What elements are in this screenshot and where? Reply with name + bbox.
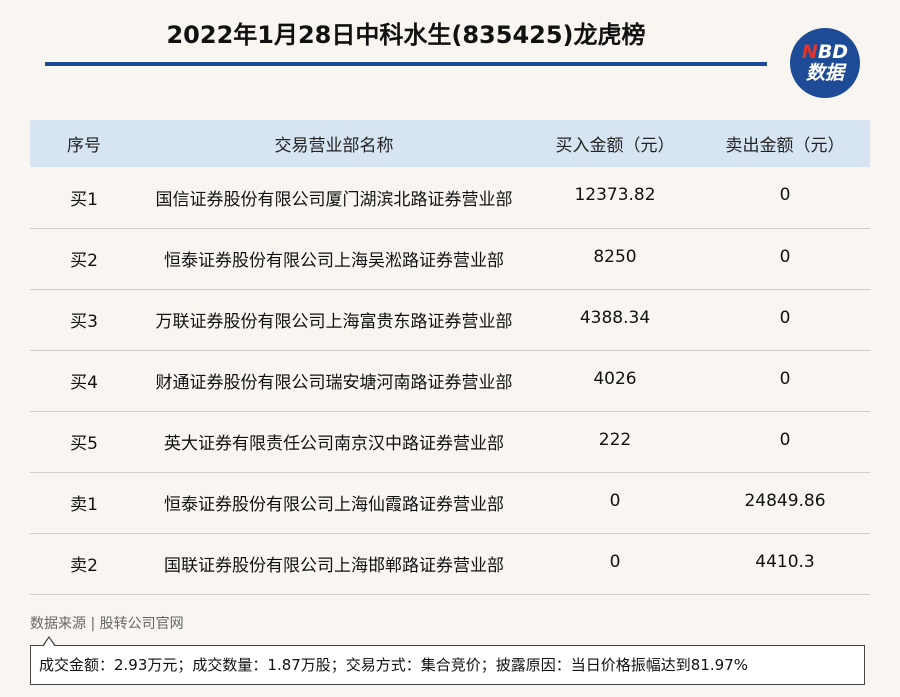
row-broker-name: 英大证券有限责任公司南京汉中路证券营业部: [164, 434, 504, 454]
row-broker-name: 财通证券股份有限公司瑞安塘河南路证券营业部: [155, 373, 513, 393]
header-buy-amount: 买入金额（元）: [555, 136, 675, 156]
row-seq: 买1: [70, 189, 98, 210]
table-row: 卖2 国联证券股份有限公司上海邯郸路证券营业部 0 4410.3: [30, 533, 870, 594]
table-row: 买3 万联证券股份有限公司上海富贵东路证券营业部 4388.34 0: [30, 289, 870, 350]
logo-n: N: [801, 41, 818, 63]
logo-bd: BD: [817, 41, 849, 63]
row-sell-amount: 24849.86: [744, 490, 826, 511]
row-buy-amount: 12373.82: [574, 185, 656, 206]
row-seq: 买2: [70, 251, 98, 271]
row-sell-amount: 0: [779, 429, 791, 450]
header-sell-amount: 卖出金额（元）: [725, 136, 845, 156]
row-broker-name: 恒泰证券股份有限公司上海仙霞路证券营业部: [164, 495, 504, 515]
table-row: 买1 国信证券股份有限公司厦门湖滨北路证券营业部 12373.82 0: [30, 167, 870, 228]
page-title: 2022年1月28日中科水生(835425)龙虎榜: [166, 21, 646, 49]
row-buy-amount: 4026: [593, 368, 637, 389]
title-underline: [45, 62, 767, 66]
table-row: 卖1 恒泰证券股份有限公司上海仙霞路证券营业部 0 24849.86: [30, 472, 870, 533]
logo-wordmark: NBD: [802, 42, 848, 62]
row-seq: 买5: [70, 434, 98, 454]
row-sell-amount: 0: [779, 185, 791, 206]
row-broker-name: 万联证券股份有限公司上海富贵东路证券营业部: [155, 312, 513, 332]
row-broker-name: 国联证券股份有限公司上海邯郸路证券营业部: [164, 556, 504, 576]
table-row: 买5 英大证券有限责任公司南京汉中路证券营业部 222 0: [30, 411, 870, 472]
row-sell-amount: 4410.3: [755, 551, 815, 572]
row-sell-amount: 0: [779, 246, 791, 267]
row-buy-amount: 4388.34: [579, 307, 651, 328]
row-buy-amount: 0: [609, 490, 621, 511]
dragon-tiger-table: 序号 交易营业部名称 买入金额（元） 卖出金额（元） 买1 国信证券股份有限公司…: [30, 120, 870, 595]
nbd-logo: NBD 数据: [790, 28, 860, 98]
row-seq: 卖2: [70, 556, 98, 576]
trade-summary-note: 成交金额：2.93万元；成交数量：1.87万股；交易方式：集合竞价；披露原因：当…: [30, 645, 865, 685]
row-sell-amount: 0: [779, 307, 791, 328]
logo-subtitle: 数据: [805, 62, 844, 84]
table-row: 买4 财通证券股份有限公司瑞安塘河南路证券营业部 4026 0: [30, 350, 870, 411]
row-buy-amount: 0: [609, 551, 621, 572]
row-broker-name: 国信证券股份有限公司厦门湖滨北路证券营业部: [155, 189, 513, 210]
row-seq: 买3: [70, 312, 98, 332]
row-sell-amount: 0: [779, 368, 791, 389]
row-seq: 买4: [70, 373, 98, 393]
note-pointer-fill: [43, 638, 55, 647]
row-broker-name: 恒泰证券股份有限公司上海吴淞路证券营业部: [164, 251, 504, 271]
header-broker-name: 交易营业部名称: [274, 136, 394, 156]
table-row: 买2 恒泰证券股份有限公司上海吴淞路证券营业部 8250 0: [30, 228, 870, 289]
row-buy-amount: 8250: [593, 246, 637, 267]
row-seq: 卖1: [70, 495, 98, 515]
header-seq: 序号: [67, 136, 101, 156]
table-header-row: 序号 交易营业部名称 买入金额（元） 卖出金额（元）: [30, 120, 870, 167]
data-source: 数据来源 | 股转公司官网: [30, 616, 184, 632]
row-buy-amount: 222: [598, 429, 632, 450]
